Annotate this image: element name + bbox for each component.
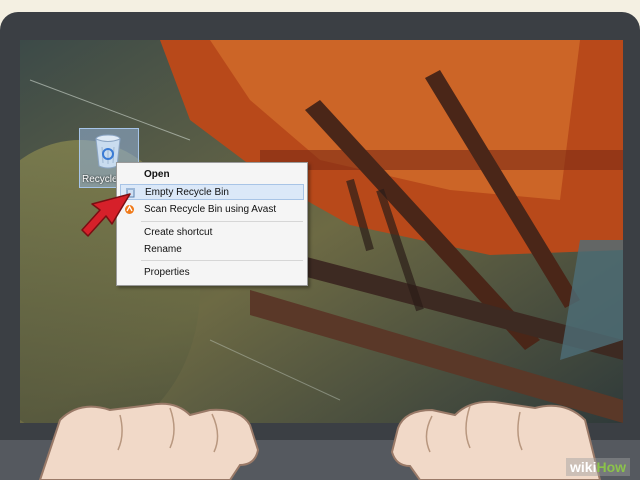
watermark-how: How xyxy=(596,459,627,475)
menu-item-scan-avast[interactable]: Scan Recycle Bin using Avast xyxy=(120,202,304,218)
context-menu: Open Empty Recycle Bin Scan Recycle Bin … xyxy=(116,162,308,286)
menu-separator xyxy=(141,260,303,261)
wikihow-watermark: wikiHow xyxy=(566,458,631,476)
menu-item-create-shortcut[interactable]: Create shortcut xyxy=(120,225,304,241)
pointer-arrow-icon xyxy=(81,193,131,237)
menu-item-open[interactable]: Open xyxy=(120,167,304,183)
menu-item-properties[interactable]: Properties xyxy=(120,265,304,281)
menu-item-empty-recycle-bin[interactable]: Empty Recycle Bin xyxy=(120,184,304,200)
hands-illustration xyxy=(38,400,602,480)
menu-item-rename[interactable]: Rename xyxy=(120,242,304,258)
menu-item-label: Scan Recycle Bin using Avast xyxy=(144,204,277,215)
menu-item-label: Empty Recycle Bin xyxy=(145,187,229,198)
watermark-wiki: wiki xyxy=(570,459,597,475)
menu-separator xyxy=(141,221,303,222)
